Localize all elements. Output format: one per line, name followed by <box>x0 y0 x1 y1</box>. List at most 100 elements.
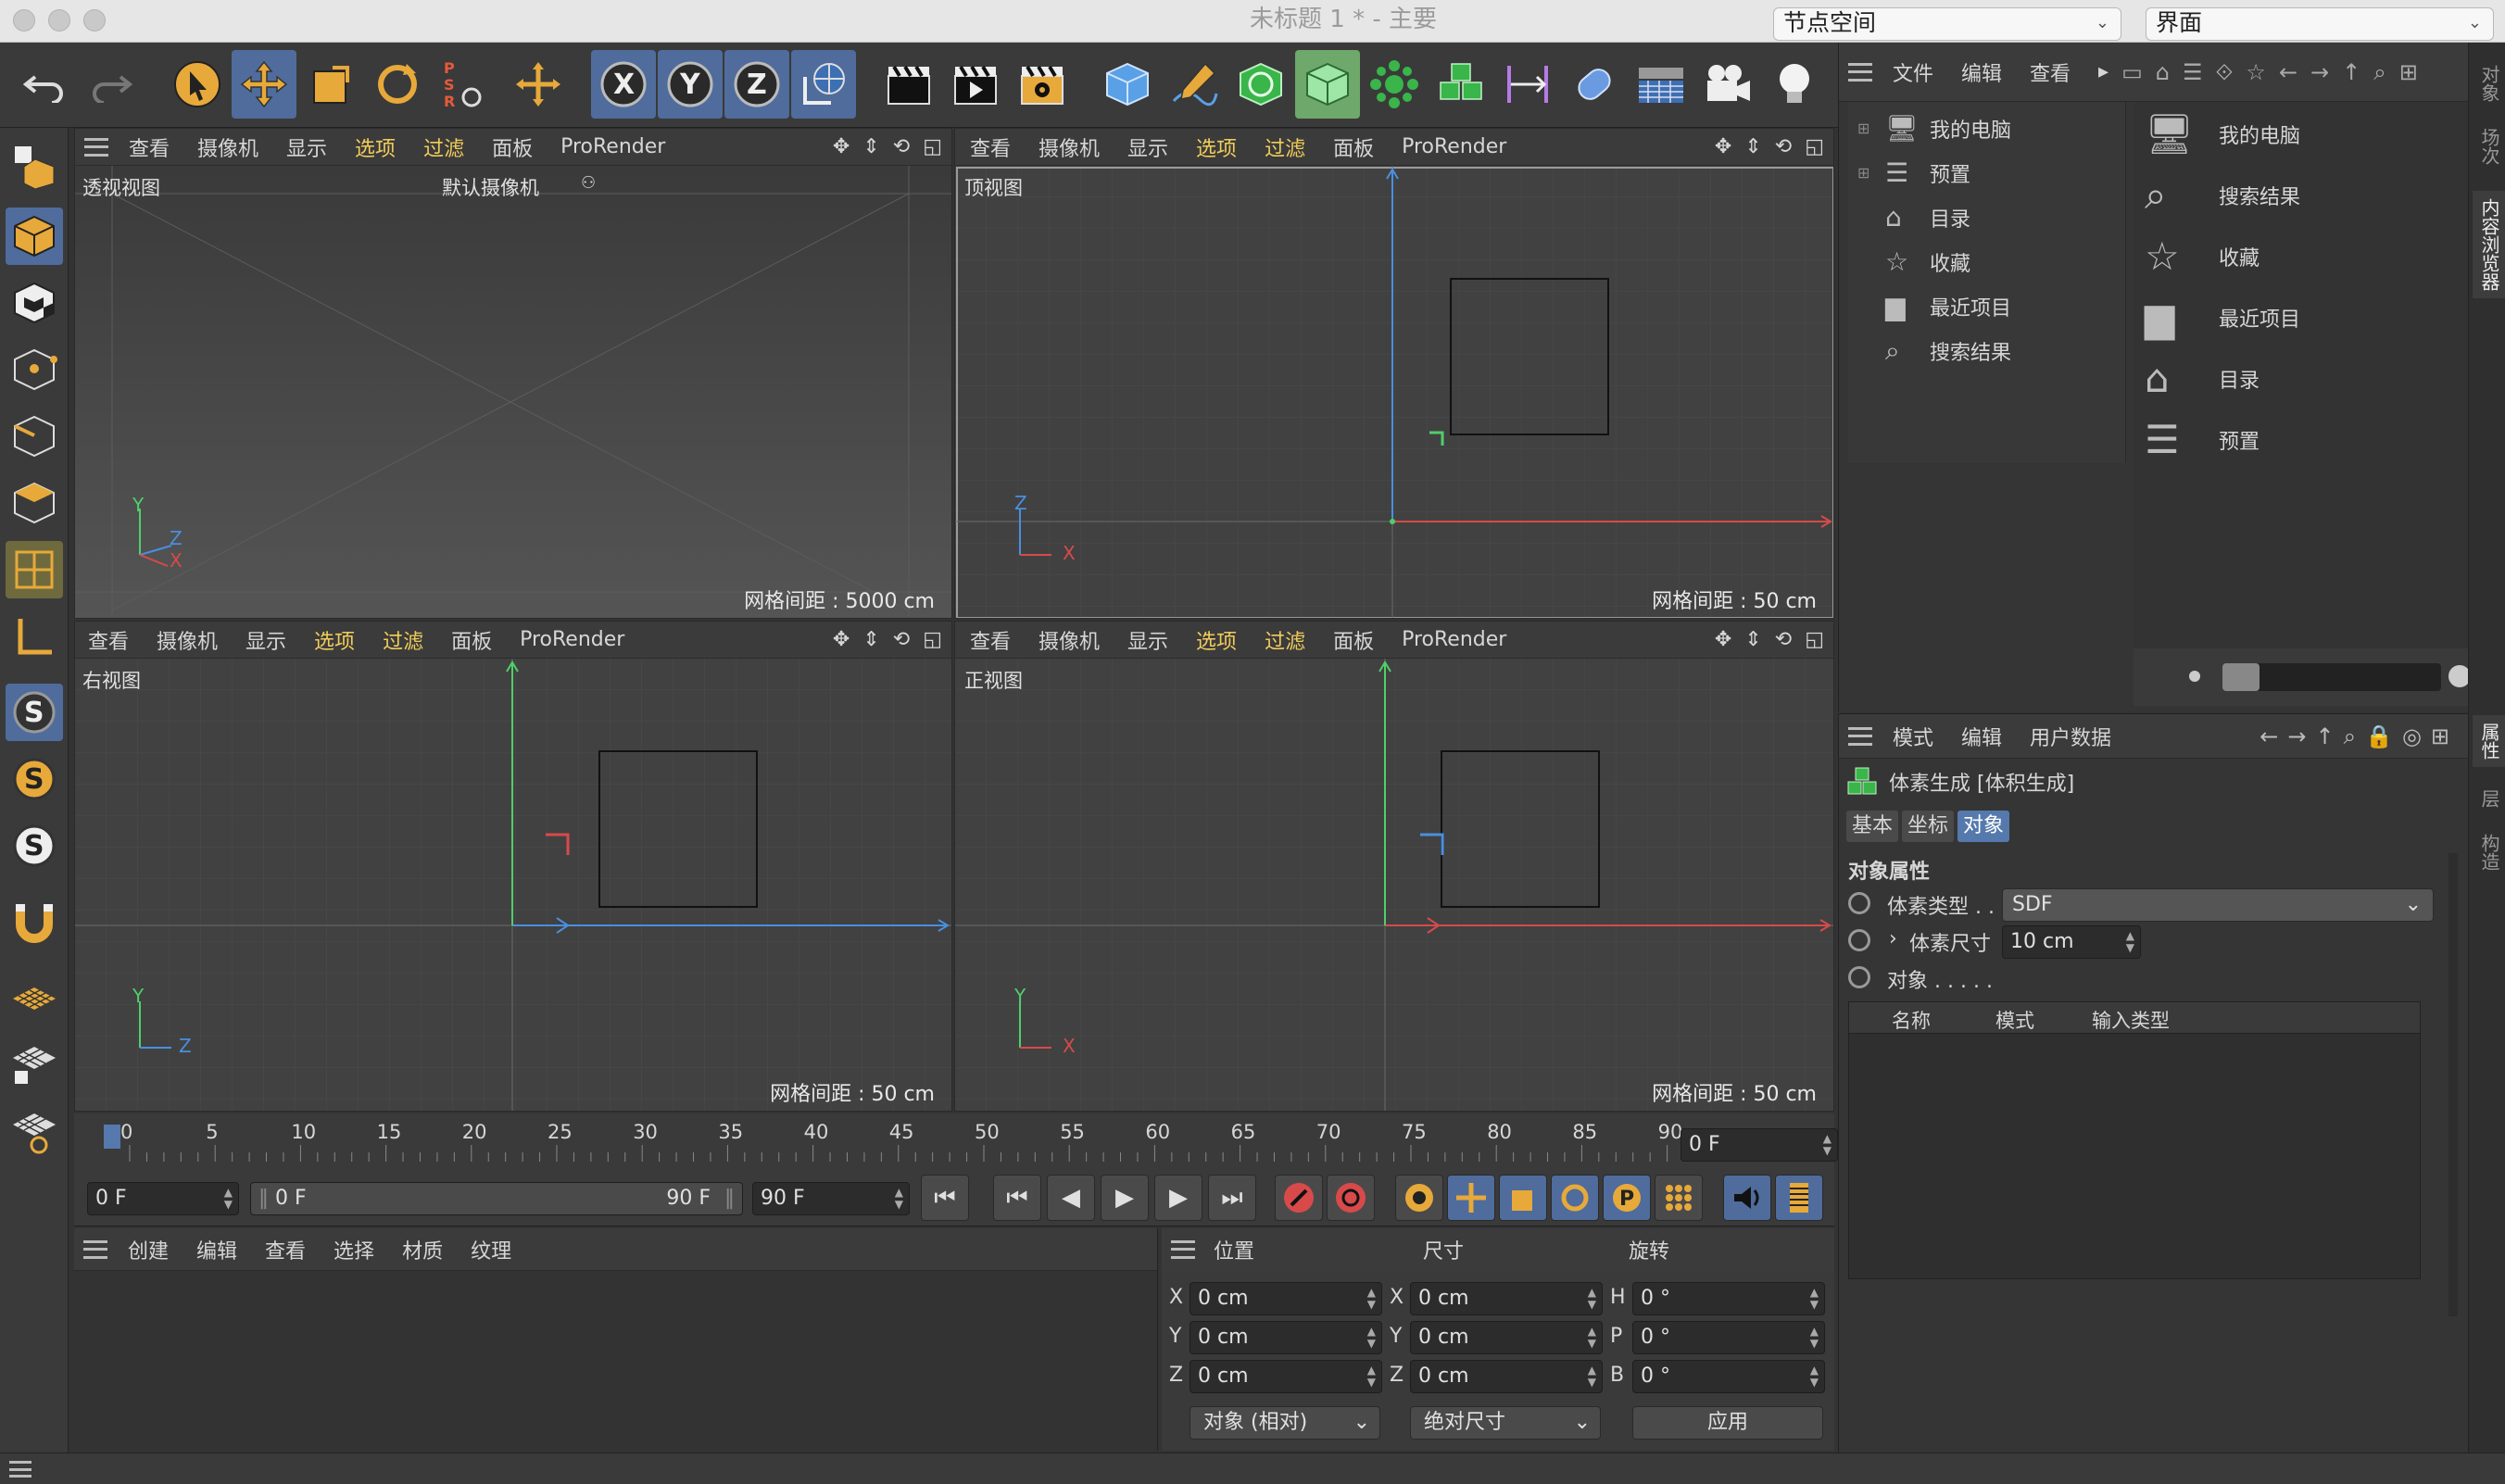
tree-expand-icon[interactable]: ⊞ <box>1857 119 1872 137</box>
side-tab-objects[interactable]: 对象 <box>2476 65 2503 102</box>
pan-view-icon[interactable]: ✥ <box>1715 135 1731 158</box>
voxel-size-expand-icon[interactable]: › <box>1889 927 1897 950</box>
light-object-button[interactable] <box>1762 50 1827 119</box>
menu-edit[interactable]: 编辑 <box>1961 722 2002 751</box>
volume-builder-button[interactable] <box>1429 50 1493 119</box>
front-viewport[interactable]: 查看 摄像机 显示 选项 过滤 面板 ProRender ✥ ⇕ ⟲ ◱ 正视图 Y … <box>954 621 1834 1112</box>
coord-rot-field[interactable]: 0 ° ▲ ▼ <box>1632 1360 1825 1393</box>
last-tool-button[interactable] <box>506 50 571 119</box>
timeline-window-button[interactable] <box>1775 1175 1823 1221</box>
axis-mode-button[interactable] <box>6 608 63 665</box>
maximize-view-icon[interactable]: ◱ <box>1805 135 1824 158</box>
uv-mode-button[interactable] <box>6 541 63 598</box>
previous-key-icon[interactable]: ⏮ <box>993 1175 1041 1221</box>
tab-basic[interactable]: 基本 <box>1846 811 1899 842</box>
sound-scrub-button[interactable] <box>1723 1175 1771 1221</box>
menu-camera[interactable]: 摄像机 <box>157 625 218 655</box>
menu-filter[interactable]: 过滤 <box>383 625 423 655</box>
browser-item[interactable]: ⌕ 搜索结果 <box>2145 172 2300 219</box>
generator-button[interactable] <box>1295 50 1360 119</box>
spinner-icon[interactable]: ▲ ▼ <box>224 1187 233 1211</box>
browser-item[interactable]: ☆ 收藏 <box>2145 233 2260 279</box>
apply-button[interactable]: 应用 <box>1632 1406 1823 1440</box>
undo-button[interactable] <box>13 50 78 119</box>
menu-icon[interactable] <box>1848 62 1872 82</box>
perspective-viewport[interactable]: 查看 摄像机 显示 选项 过滤 面板 ProRender ✥ ⇕ ⟲ ◱ 透视视图 默… <box>74 128 952 619</box>
go-to-start-icon[interactable]: ⏮ <box>921 1175 969 1221</box>
browser-toolbar-icons[interactable]: ▭⌂☰⟐☆←→↑⌕⊞ <box>2121 59 2431 85</box>
snap-button[interactable]: S <box>6 684 63 741</box>
menu-icon[interactable] <box>1171 1240 1195 1259</box>
spinner-icon[interactable]: ▲ ▼ <box>1810 1365 1819 1389</box>
tab-coordinates[interactable]: 坐标 <box>1902 811 1955 842</box>
menu-mode[interactable]: 模式 <box>1893 722 1933 751</box>
side-tab-attributes[interactable]: 属性 <box>2473 715 2505 767</box>
menu-options[interactable]: 选项 <box>1196 132 1237 162</box>
coord-size-field[interactable]: 0 cm ▲ ▼ <box>1410 1360 1603 1393</box>
deformer-button[interactable] <box>1495 50 1560 119</box>
menu-view[interactable]: 查看 <box>265 1235 306 1264</box>
side-tab-content-browser[interactable]: 内容浏览器 <box>2473 191 2505 298</box>
render-picture-viewer-button[interactable] <box>943 50 1008 119</box>
spinner-icon[interactable]: ▲ ▼ <box>1810 1326 1819 1350</box>
size-mode-select[interactable]: 绝对尺寸 ⌄ <box>1410 1406 1601 1440</box>
frame-range-slider[interactable]: ‖ 0 F 90 F ‖ <box>250 1182 743 1215</box>
orbit-view-icon[interactable]: ⟲ <box>893 628 910 651</box>
spinner-icon[interactable]: ▲ ▼ <box>1588 1365 1596 1389</box>
menu-prorender[interactable]: ProRender <box>1402 628 1506 651</box>
tree-item[interactable]: ⌕ 搜索结果 <box>1857 335 2011 367</box>
tree-item[interactable]: ⊞ 🖥 我的电脑 <box>1857 113 2011 144</box>
browser-item[interactable]: 🖥 我的电脑 <box>2145 111 2300 157</box>
objects-list[interactable]: 名称 模式 输入类型 <box>1848 1001 2421 1279</box>
move-tool-button[interactable] <box>232 50 296 119</box>
spinner-icon[interactable]: ▲ ▼ <box>1367 1365 1376 1389</box>
range-handle-icon[interactable]: ‖ <box>724 1183 735 1214</box>
orbit-view-icon[interactable]: ⟲ <box>893 135 910 158</box>
attribute-nav-icons[interactable]: ←→↑⌕🔒◎⊞ <box>2260 723 2459 749</box>
snap-settings-button[interactable]: S <box>6 750 63 808</box>
make-editable-button[interactable] <box>6 137 63 195</box>
dolly-view-icon[interactable]: ⇕ <box>1744 135 1761 158</box>
world-coordinate-button[interactable] <box>791 50 856 119</box>
zoom-slider[interactable] <box>2222 663 2441 691</box>
coord-pos-field[interactable]: 0 cm ▲ ▼ <box>1190 1360 1382 1393</box>
coord-rot-field[interactable]: 0 ° ▲ ▼ <box>1632 1321 1825 1354</box>
animate-objects-icon[interactable] <box>1848 966 1870 988</box>
browser-item[interactable]: ☰ 预置 <box>2145 417 2260 462</box>
menu-view[interactable]: 查看 <box>970 625 1011 655</box>
tree-item[interactable]: ⊞ ☰ 预置 <box>1857 157 1970 188</box>
next-frame-icon[interactable]: ▶ <box>1154 1175 1202 1221</box>
menu-prorender[interactable]: ProRender <box>1402 135 1506 158</box>
menu-options[interactable]: 选项 <box>1196 625 1237 655</box>
spinner-icon[interactable]: ▲ ▼ <box>1823 1133 1832 1157</box>
menu-icon[interactable] <box>1848 726 1872 746</box>
previous-frame-icon[interactable]: ◀ <box>1047 1175 1095 1221</box>
locked-workplane-button[interactable] <box>6 1036 63 1093</box>
menu-edit[interactable]: 编辑 <box>196 1235 237 1264</box>
dolly-view-icon[interactable]: ⇕ <box>862 135 879 158</box>
range-handle-icon[interactable]: ‖ <box>258 1187 275 1210</box>
current-frame-field[interactable]: 0 F ▲ ▼ <box>1680 1128 1838 1162</box>
menu-icon[interactable] <box>9 1461 31 1478</box>
menu-filter[interactable]: 过滤 <box>423 132 464 162</box>
menu-panel[interactable]: 面板 <box>492 132 533 162</box>
tab-object[interactable]: 对象 <box>1957 811 2010 842</box>
menu-options[interactable]: 选项 <box>355 132 396 162</box>
menu-panel[interactable]: 面板 <box>451 625 492 655</box>
layout-select[interactable]: 节点空间 ⌄ <box>1773 7 2121 41</box>
column-mode[interactable]: 模式 <box>1995 1006 2034 1034</box>
pan-view-icon[interactable]: ✥ <box>1715 628 1731 651</box>
menu-view[interactable]: 查看 <box>970 132 1011 162</box>
menu-edit[interactable]: 编辑 <box>1961 57 2002 87</box>
floor-environment-button[interactable] <box>1629 50 1693 119</box>
key-rotation-button[interactable] <box>1551 1175 1599 1221</box>
menu-view[interactable]: 查看 <box>129 132 170 162</box>
spinner-icon[interactable]: ▲ ▼ <box>1810 1287 1819 1311</box>
side-tab-layers[interactable]: 层 <box>2476 789 2503 808</box>
maximize-view-icon[interactable]: ◱ <box>1805 628 1824 651</box>
spinner-icon[interactable]: ▲ ▼ <box>1367 1326 1376 1350</box>
menu-more-icon[interactable]: ▸ <box>2098 60 2108 83</box>
menu-select[interactable]: 选择 <box>334 1235 374 1264</box>
tree-expand-icon[interactable]: ⊞ <box>1857 164 1872 182</box>
key-position-button[interactable] <box>1447 1175 1495 1221</box>
